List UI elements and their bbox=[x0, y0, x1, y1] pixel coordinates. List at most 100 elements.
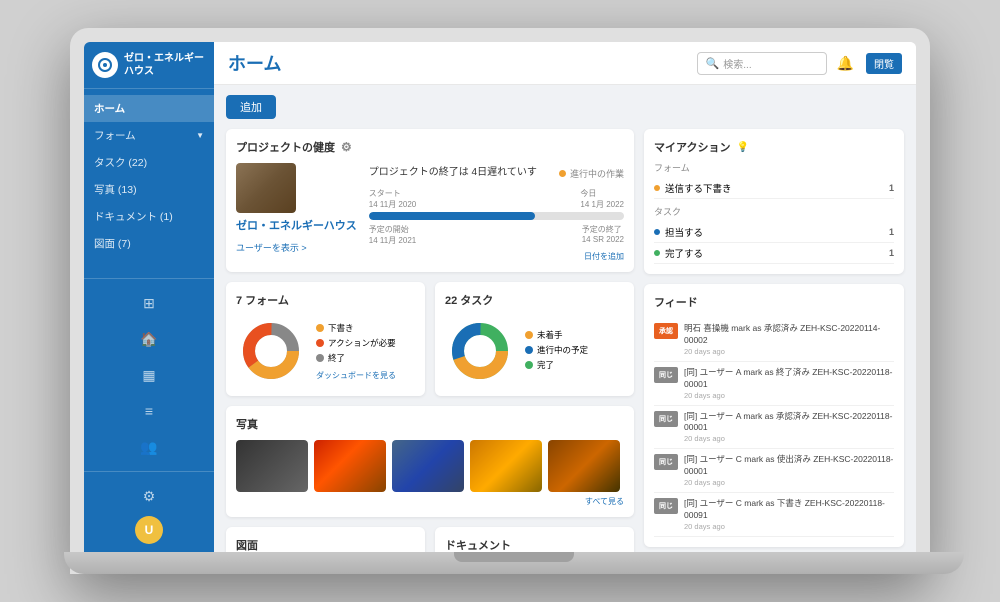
right-column: マイアクション 💡 フォーム 送信する下書き 1 bbox=[644, 129, 904, 552]
legend-item-closed: 終了 bbox=[316, 352, 396, 364]
photos-all-link[interactable]: すべて見る bbox=[236, 496, 624, 507]
photo-thumb-1[interactable] bbox=[236, 440, 308, 492]
bell-icon[interactable]: 🔔 bbox=[837, 55, 854, 72]
settings-icon[interactable]: ⚙ bbox=[133, 480, 165, 512]
search-icon: 🔍 bbox=[706, 57, 720, 70]
logo-icon bbox=[92, 52, 118, 78]
feed-time-0: 20 days ago bbox=[684, 347, 894, 356]
action-item-draft[interactable]: 送信する下書き 1 bbox=[654, 178, 894, 199]
sidebar-item-home[interactable]: ホーム bbox=[84, 95, 214, 122]
action-dot-draft bbox=[654, 185, 660, 191]
feed-item-4: 同じ [同] ユーザー C mark as 下書き ZEH-KSC-202201… bbox=[654, 493, 894, 537]
documents-card: ドキュメント bbox=[435, 527, 634, 552]
action-count-complete: 1 bbox=[889, 248, 894, 258]
progress-sub: 予定の開始 14 11月 2021 予定の終了 14 SR 2022 bbox=[369, 224, 624, 246]
tasks-legend-dot-pending bbox=[525, 331, 533, 339]
home-icon[interactable]: ⊞ bbox=[133, 287, 165, 319]
user-avatar[interactable]: U bbox=[135, 516, 163, 544]
action-item-assign[interactable]: 担当する 1 bbox=[654, 222, 894, 243]
project-thumbnail bbox=[236, 163, 296, 213]
photos-title: 写真 bbox=[236, 416, 624, 432]
tasks-donut-chart bbox=[445, 316, 515, 386]
action-item-complete[interactable]: 完了する 1 bbox=[654, 243, 894, 264]
feed-text-3: [同] ユーザー C mark as 使出済み ZEH-KSC-20220118… bbox=[684, 454, 894, 478]
dashboard-link[interactable]: ダッシュボードを見る bbox=[316, 370, 396, 381]
forms-legend: 下書き アクションが必要 bbox=[316, 322, 396, 381]
project-health-title: プロジェクトの健度 ⚙ bbox=[236, 139, 624, 155]
progress-status: 進行中の作業 bbox=[559, 167, 624, 180]
forms-donut-chart bbox=[236, 316, 306, 386]
feed-card: フィード 承認 明石 喜操機 mark as 承認済み ZEH-KSC-2022… bbox=[644, 284, 904, 547]
search-bar[interactable]: 🔍 検索... bbox=[697, 52, 827, 75]
feed-badge-0: 承認 bbox=[654, 323, 678, 339]
left-column: プロジェクトの健度 ⚙ ゼロ・エネルギーハウス bbox=[226, 129, 634, 552]
tasks-legend-dot-progress bbox=[525, 346, 533, 354]
sidebar-icon-nav: ⊞ 🏠 ▦ ≡ 👥 bbox=[84, 278, 214, 471]
tasks-legend-progress: 進行中の予定 bbox=[525, 344, 588, 356]
action-dot-assign bbox=[654, 229, 660, 235]
feed-item-0: 承認 明石 喜操機 mark as 承認済み ZEH-KSC-20220114-… bbox=[654, 318, 894, 362]
forms-chart-title: 7 フォーム bbox=[236, 292, 415, 308]
project-card: ゼロ・エネルギーハウス ユーザーを表示 > プロジェクトの終了は 4日遅れていす bbox=[236, 163, 624, 262]
feed-text-2: [同] ユーザー A mark as 承認済み ZEH-KSC-20220118… bbox=[684, 411, 894, 435]
page-content: 追加 プロジェクトの健度 ⚙ bbox=[214, 85, 916, 552]
status-dot bbox=[559, 170, 566, 177]
feed-text-1: [同] ユーザー A mark as 終了済み ZEH-KSC-20220118… bbox=[684, 367, 894, 391]
users-link[interactable]: ユーザーを表示 > bbox=[236, 241, 357, 254]
grid-icon[interactable]: ▦ bbox=[133, 359, 165, 391]
feed-list: 承認 明石 喜操機 mark as 承認済み ZEH-KSC-20220114-… bbox=[654, 318, 894, 537]
feed-time-1: 20 days ago bbox=[684, 391, 894, 400]
documents-title: ドキュメント bbox=[445, 537, 624, 552]
header-icons: 🔔 閉覧 bbox=[837, 53, 902, 74]
feed-item-2: 同じ [同] ユーザー A mark as 承認済み ZEH-KSC-20220… bbox=[654, 406, 894, 450]
my-actions-card: マイアクション 💡 フォーム 送信する下書き 1 bbox=[644, 129, 904, 274]
feed-badge-4: 同じ bbox=[654, 498, 678, 514]
sidebar-bottom: ⚙ U bbox=[84, 471, 214, 552]
sidebar-item-drawings[interactable]: 図面 (7) bbox=[84, 230, 214, 257]
action-dot-complete bbox=[654, 250, 660, 256]
feed-item-1: 同じ [同] ユーザー A mark as 終了済み ZEH-KSC-20220… bbox=[654, 362, 894, 406]
sidebar-item-photos[interactable]: 写真 (13) bbox=[84, 176, 214, 203]
sidebar-item-forms[interactable]: フォーム ▼ bbox=[84, 122, 214, 149]
user-menu-button[interactable]: 閉覧 bbox=[866, 53, 902, 74]
drawings-title: 図面 bbox=[236, 537, 415, 552]
gear-icon[interactable]: ⚙ bbox=[341, 140, 352, 154]
feed-badge-2: 同じ bbox=[654, 411, 678, 427]
search-placeholder: 検索... bbox=[723, 56, 751, 71]
photo-thumb-2[interactable] bbox=[314, 440, 386, 492]
feed-text-4: [同] ユーザー C mark as 下書き ZEH-KSC-20220118-… bbox=[684, 498, 894, 522]
header: ホーム 🔍 検索... 🔔 閉覧 bbox=[214, 42, 916, 85]
page-title: ホーム bbox=[228, 50, 281, 76]
sidebar-item-documents[interactable]: ドキュメント (1) bbox=[84, 203, 214, 230]
tasks-legend-done: 完了 bbox=[525, 359, 588, 371]
progress-dates: スタート 14 11月 2020 今日 14 1月 2022 bbox=[369, 188, 624, 210]
photo-thumb-3[interactable] bbox=[392, 440, 464, 492]
tasks-chart-card: 22 タスク bbox=[435, 282, 634, 396]
info-icon: 💡 bbox=[736, 142, 748, 153]
sidebar-nav: ホーム フォーム ▼ タスク (22) 写真 (13) ドキュメント (1) bbox=[84, 89, 214, 278]
drawings-card: 図面 bbox=[226, 527, 425, 552]
progress-bar bbox=[369, 212, 624, 220]
people-icon[interactable]: 👥 bbox=[133, 431, 165, 463]
action-count-draft: 1 bbox=[889, 183, 894, 193]
feed-badge-3: 同じ bbox=[654, 454, 678, 470]
sidebar: ゼロ・エネルギーハウス ホーム フォーム ▼ タスク (22) 写真 (13) bbox=[84, 42, 214, 552]
legend-item-action: アクションが必要 bbox=[316, 337, 396, 349]
forms-chart-card: 7 フォーム bbox=[226, 282, 425, 396]
tasks-chart-title: 22 タスク bbox=[445, 292, 624, 308]
building-icon[interactable]: 🏠 bbox=[133, 323, 165, 355]
add-dates-link[interactable]: 日付を追加 bbox=[584, 252, 624, 261]
photos-card: 写真 すべて見る bbox=[226, 406, 634, 517]
project-name: ゼロ・エネルギーハウス bbox=[236, 217, 357, 233]
feed-item-3: 同じ [同] ユーザー C mark as 使出済み ZEH-KSC-20220… bbox=[654, 449, 894, 493]
photo-thumb-4[interactable] bbox=[470, 440, 542, 492]
photos-grid bbox=[236, 440, 624, 492]
add-button[interactable]: 追加 bbox=[226, 95, 276, 119]
sidebar-item-tasks[interactable]: タスク (22) bbox=[84, 149, 214, 176]
chevron-down-icon: ▼ bbox=[196, 131, 204, 140]
content-grid: プロジェクトの健度 ⚙ ゼロ・エネルギーハウス bbox=[226, 129, 904, 552]
feed-badge-1: 同じ bbox=[654, 367, 678, 383]
feed-title: フィード bbox=[654, 294, 894, 310]
list-icon[interactable]: ≡ bbox=[133, 395, 165, 427]
photo-thumb-5[interactable] bbox=[548, 440, 620, 492]
